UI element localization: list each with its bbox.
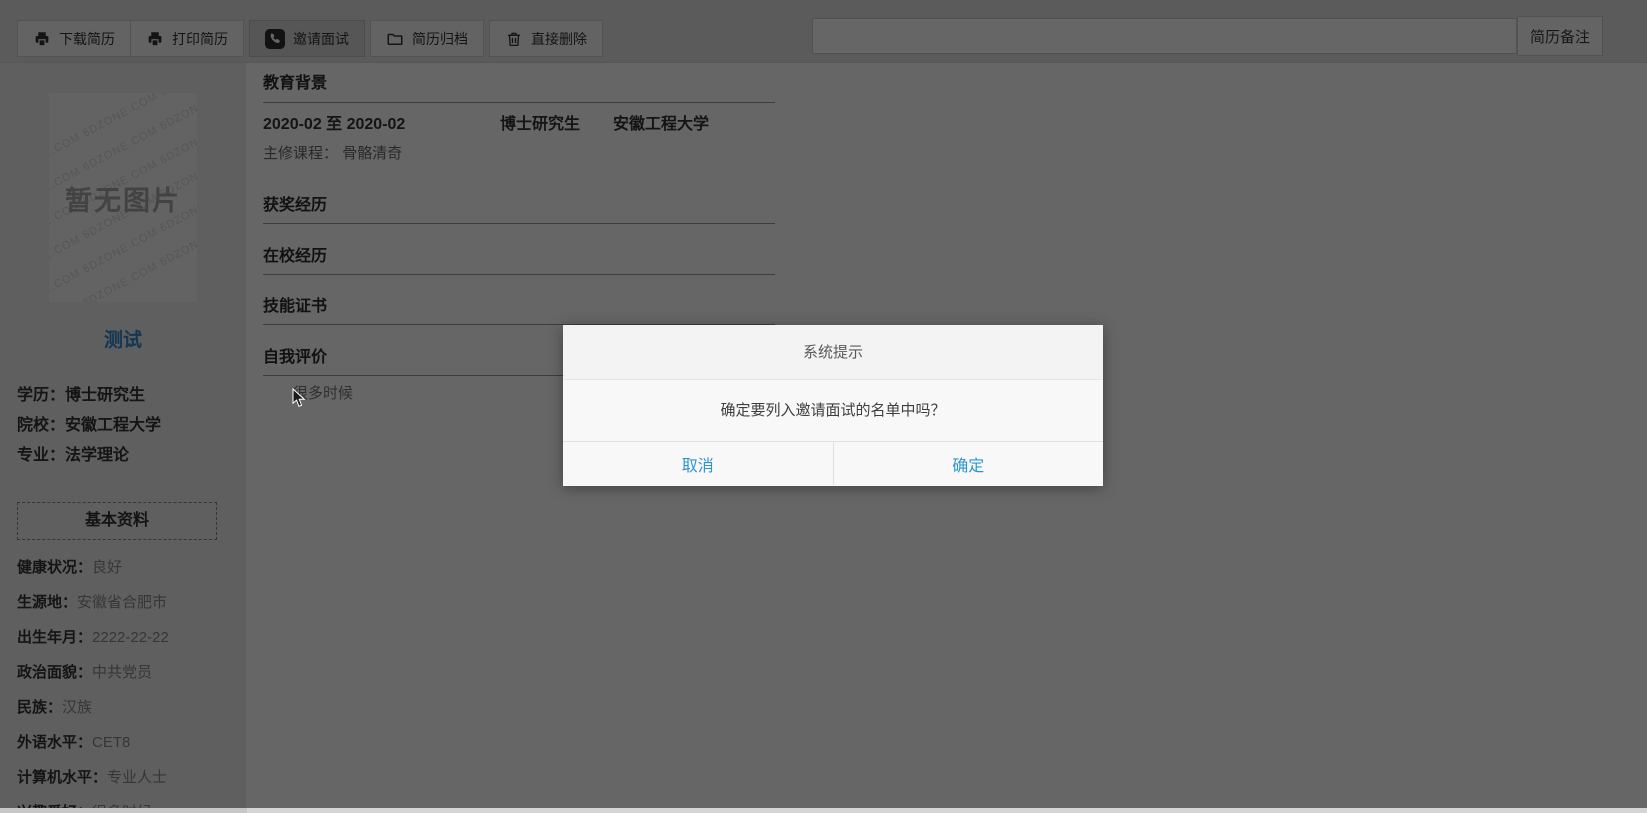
system-dialog: 系统提示 确定要列入邀请面试的名单中吗？ 取消 确定 — [563, 325, 1103, 486]
mouse-cursor — [292, 388, 306, 413]
dialog-title: 系统提示 — [563, 325, 1103, 380]
dialog-message: 确定要列入邀请面试的名单中吗？ — [563, 380, 1103, 441]
bottom-scrollbar-track[interactable] — [0, 808, 1647, 813]
dialog-footer: 取消 确定 — [563, 441, 1103, 485]
resume-detail-page: 下载简历 打印简历 邀请面试 简历归档 — [0, 0, 1647, 813]
bottom-scrollbar-thumb[interactable] — [0, 808, 247, 813]
confirm-button[interactable]: 确定 — [834, 442, 1104, 485]
cancel-button[interactable]: 取消 — [563, 442, 834, 485]
